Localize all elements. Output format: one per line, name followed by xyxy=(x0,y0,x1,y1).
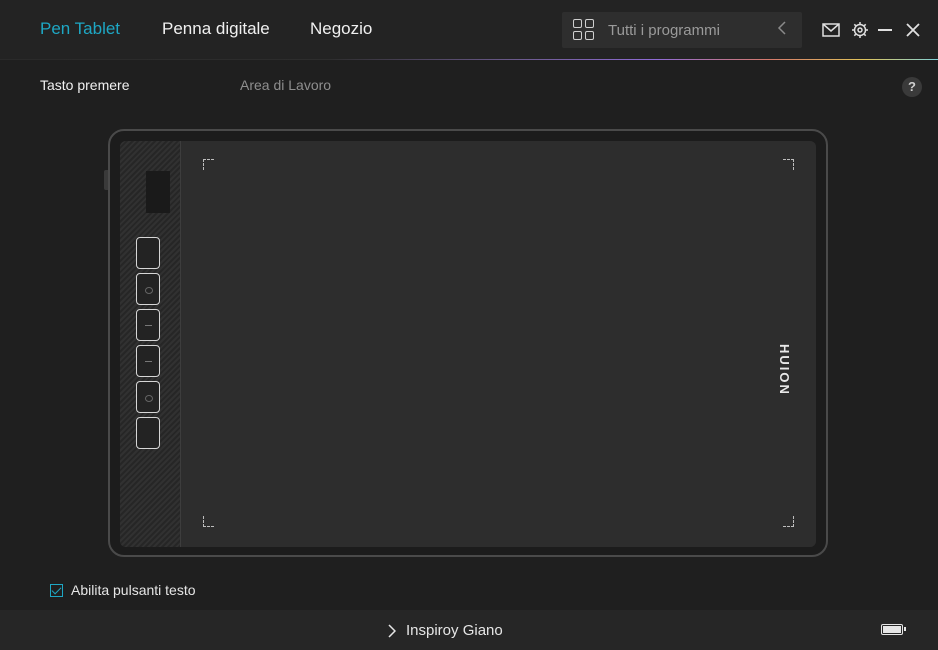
express-key-2[interactable] xyxy=(136,273,160,305)
device-name-label: Inspiroy Giano xyxy=(406,622,503,639)
express-key-1[interactable] xyxy=(136,237,160,269)
enable-text-buttons-label: Abilita pulsanti testo xyxy=(71,582,196,598)
brand-logo: HUION xyxy=(777,344,792,396)
enable-text-buttons-option[interactable]: Abilita pulsanti testo xyxy=(50,582,196,598)
tab-pen-tablet[interactable]: Pen Tablet xyxy=(40,19,120,39)
subnav-area-di-lavoro[interactable]: Area di Lavoro xyxy=(240,77,331,93)
tablet-surface xyxy=(120,141,816,547)
active-area-corner-bl xyxy=(203,516,214,527)
chevron-left-icon[interactable] xyxy=(777,20,787,41)
express-key-6[interactable] xyxy=(136,417,160,449)
active-area-corner-tr xyxy=(783,159,794,170)
close-icon[interactable] xyxy=(903,20,923,40)
express-key-3[interactable] xyxy=(136,309,160,341)
device-selector[interactable]: Inspiroy Giano xyxy=(388,622,503,639)
grid-icon xyxy=(573,19,595,41)
help-icon[interactable]: ? xyxy=(902,77,922,97)
chevron-right-icon xyxy=(388,623,396,638)
footer-bar: Inspiroy Giano xyxy=(0,610,938,650)
tablet-illustration: HUION xyxy=(108,129,828,557)
express-key-strip xyxy=(120,141,181,547)
subnav-tasto-premere[interactable]: Tasto premere xyxy=(40,77,129,93)
active-area-corner-br xyxy=(783,516,794,527)
express-key-4[interactable] xyxy=(136,345,160,377)
express-key-5[interactable] xyxy=(136,381,160,413)
header-divider xyxy=(0,59,938,60)
tab-penna-digitale[interactable]: Penna digitale xyxy=(162,19,270,39)
tab-negozio[interactable]: Negozio xyxy=(310,19,372,39)
battery-full-icon xyxy=(881,624,906,635)
all-programs-selector[interactable]: Tutti i programmi xyxy=(562,12,802,48)
gear-icon[interactable] xyxy=(850,20,870,40)
all-programs-label: Tutti i programmi xyxy=(608,22,720,39)
top-bar: Pen Tablet Penna digitale Negozio Tutti … xyxy=(0,0,938,60)
mail-icon[interactable] xyxy=(821,20,841,40)
active-area-corner-tl xyxy=(203,159,214,170)
enable-text-buttons-checkbox[interactable] xyxy=(50,583,63,597)
minimize-icon[interactable] xyxy=(875,20,895,40)
tablet-logo-mark xyxy=(146,171,170,213)
tablet-active-area xyxy=(181,141,816,547)
